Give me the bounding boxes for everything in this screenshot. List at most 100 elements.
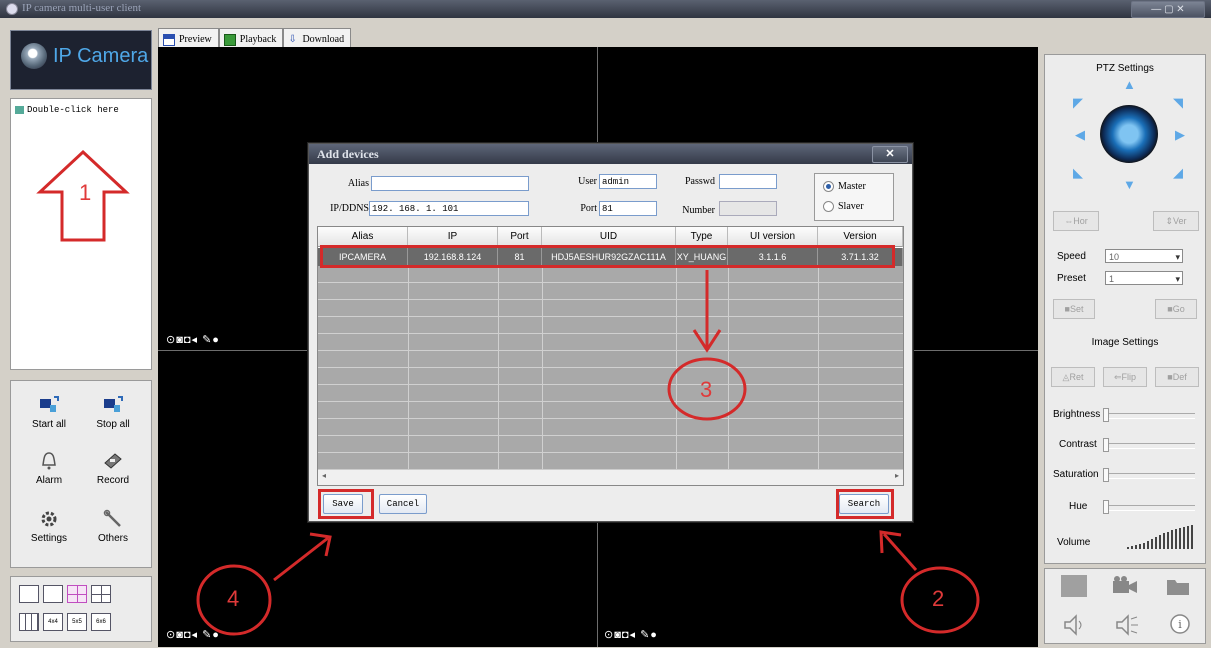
ptz-down-icon[interactable]: ▼ — [1123, 177, 1136, 192]
brightness-slider[interactable] — [1103, 408, 1195, 422]
settings-button[interactable]: Settings — [21, 503, 77, 553]
ptz-down-left-icon[interactable]: ◣ — [1073, 165, 1083, 181]
speaker-icon[interactable] — [1061, 613, 1089, 637]
hue-slider-thumb[interactable] — [1103, 500, 1109, 514]
layout-1x1-icon[interactable] — [43, 585, 63, 603]
speed-select[interactable]: 10 — [1105, 249, 1183, 264]
master-radio-dot — [823, 181, 834, 192]
preset-set-button[interactable]: ■ Set — [1053, 299, 1095, 319]
video-camera-icon[interactable] — [1111, 575, 1139, 597]
microphone-icon[interactable] — [1113, 613, 1141, 637]
volume-label: Volume — [1057, 537, 1091, 548]
ptz-down-right-icon[interactable]: ◢ — [1173, 165, 1183, 181]
column-header-type[interactable]: Type — [676, 227, 728, 247]
flip-vertical-label: Ver — [1173, 216, 1187, 226]
hue-slider[interactable] — [1103, 500, 1195, 514]
cancel-button[interactable]: Cancel — [379, 494, 427, 514]
scroll-right-icon[interactable]: ▸ — [895, 471, 899, 480]
column-header-alias[interactable]: Alias — [318, 227, 408, 247]
volume-level-icon[interactable] — [1127, 525, 1197, 551]
record-label: Record — [96, 475, 130, 486]
tab-preview[interactable]: Preview — [158, 28, 219, 48]
tab-download[interactable]: ⇩ Download — [283, 28, 352, 48]
device-list-item[interactable]: Double-click here — [15, 105, 119, 115]
record-button[interactable]: Record — [85, 445, 141, 495]
layout-5x5-icon[interactable]: 5x5 — [67, 613, 87, 631]
contrast-slider-thumb[interactable] — [1103, 438, 1109, 452]
passwd-label: Passwd — [684, 176, 715, 187]
layout-fullscreen-icon[interactable] — [19, 585, 39, 603]
ptz-up-right-icon[interactable]: ◥ — [1173, 95, 1183, 111]
dialog-title: Add devices — [317, 147, 379, 161]
video-toolbar-3[interactable]: ⊙◙◘◂ ✎● — [166, 628, 220, 641]
preset-go-button[interactable]: ■ Go — [1155, 299, 1197, 319]
window-controls[interactable]: — ▢ ✕ — [1131, 1, 1205, 18]
horizontal-scrollbar[interactable]: ◂ ▸ — [318, 469, 903, 485]
others-label: Others — [97, 533, 128, 544]
bell-icon — [42, 452, 56, 470]
alarm-button[interactable]: Alarm — [21, 445, 77, 495]
flip-horizontal-button[interactable]: ⇔ Hor — [1053, 211, 1099, 231]
port-input[interactable]: 81 — [599, 201, 657, 216]
preset-select[interactable]: 1 — [1105, 271, 1183, 286]
start-all-button[interactable]: Start all — [21, 389, 77, 439]
column-header-ui-version[interactable]: UI version — [728, 227, 818, 247]
layout-6x6-icon[interactable]: 6x6 — [91, 613, 111, 631]
contrast-slider[interactable] — [1103, 438, 1195, 452]
snapshot-icon[interactable] — [1061, 575, 1087, 597]
ip-ddns-input[interactable]: 192. 168. 1. 101 — [369, 201, 529, 216]
dialog-title-bar[interactable]: Add devices ✕ — [309, 144, 912, 164]
tab-playback[interactable]: Playback — [218, 28, 284, 48]
column-header-ip[interactable]: IP — [408, 227, 498, 247]
column-separator — [728, 266, 729, 469]
video-toolbar-4[interactable]: ⊙◙◘◂ ✎● — [604, 628, 658, 641]
ptz-panel: PTZ Settings ▲ ◤ ◥ ◀ ▶ ◣ ◢ ▼ ⇔ Hor ⇕ Ver… — [1044, 54, 1206, 564]
stop-all-button[interactable]: Stop all — [85, 389, 141, 439]
master-radio-label: Master — [838, 181, 866, 192]
passwd-input[interactable] — [719, 174, 777, 189]
preset-go-label: Go — [1172, 304, 1185, 314]
column-header-version[interactable]: Version — [818, 227, 903, 247]
saturation-slider[interactable] — [1103, 468, 1195, 482]
layout-4x4-icon[interactable]: 4x4 — [43, 613, 63, 631]
others-button[interactable]: Others — [85, 503, 141, 553]
column-separator — [818, 266, 819, 469]
image-reset-button[interactable]: ◬ Ret — [1051, 367, 1095, 387]
slaver-radio[interactable]: Slaver — [823, 201, 864, 212]
video-toolbar-1[interactable]: ⊙◙◘◂ ✎● — [166, 333, 220, 346]
image-flip-button[interactable]: ⇐ Flip — [1103, 367, 1147, 387]
column-header-uid[interactable]: UID — [542, 227, 676, 247]
column-separator — [542, 266, 543, 469]
master-radio[interactable]: Master — [823, 181, 866, 192]
flip-vertical-button[interactable]: ⇕ Ver — [1153, 211, 1199, 231]
scroll-left-icon[interactable]: ◂ — [322, 471, 326, 480]
tab-preview-label: Preview — [179, 34, 212, 45]
ptz-right-icon[interactable]: ▶ — [1175, 127, 1185, 143]
column-header-port[interactable]: Port — [498, 227, 542, 247]
ptz-up-icon[interactable]: ▲ — [1123, 77, 1136, 92]
highlight-search-button — [836, 489, 894, 519]
ptz-left-icon[interactable]: ◀ — [1075, 127, 1085, 143]
slaver-radio-dot — [823, 201, 834, 212]
image-default-label: Def — [1172, 372, 1187, 382]
column-separator — [408, 266, 409, 469]
image-default-button[interactable]: ■ Def — [1155, 367, 1199, 387]
ptz-center-knob-icon[interactable] — [1100, 105, 1158, 163]
info-icon[interactable]: i — [1169, 613, 1191, 635]
control-panel: Start all Stop all Alarm Record Settings… — [10, 380, 152, 568]
dialog-close-button[interactable]: ✕ — [872, 146, 908, 163]
title-bar: IP camera multi-user client — ▢ ✕ — [0, 0, 1211, 18]
window-title: IP camera multi-user client — [22, 2, 142, 14]
layout-2x2-icon[interactable] — [67, 585, 87, 603]
alias-input[interactable] — [371, 176, 529, 191]
saturation-slider-thumb[interactable] — [1103, 468, 1109, 482]
layout-2x2-alt-icon[interactable] — [91, 585, 111, 603]
ptz-up-left-icon[interactable]: ◤ — [1073, 95, 1083, 111]
layout-3x3-icon[interactable] — [19, 613, 39, 631]
port-label: Port — [580, 203, 597, 214]
user-input[interactable]: admin — [599, 174, 657, 189]
brightness-slider-thumb[interactable] — [1103, 408, 1109, 422]
number-input[interactable] — [719, 201, 777, 216]
highlight-device-row — [320, 245, 895, 268]
folder-icon[interactable] — [1165, 575, 1191, 597]
